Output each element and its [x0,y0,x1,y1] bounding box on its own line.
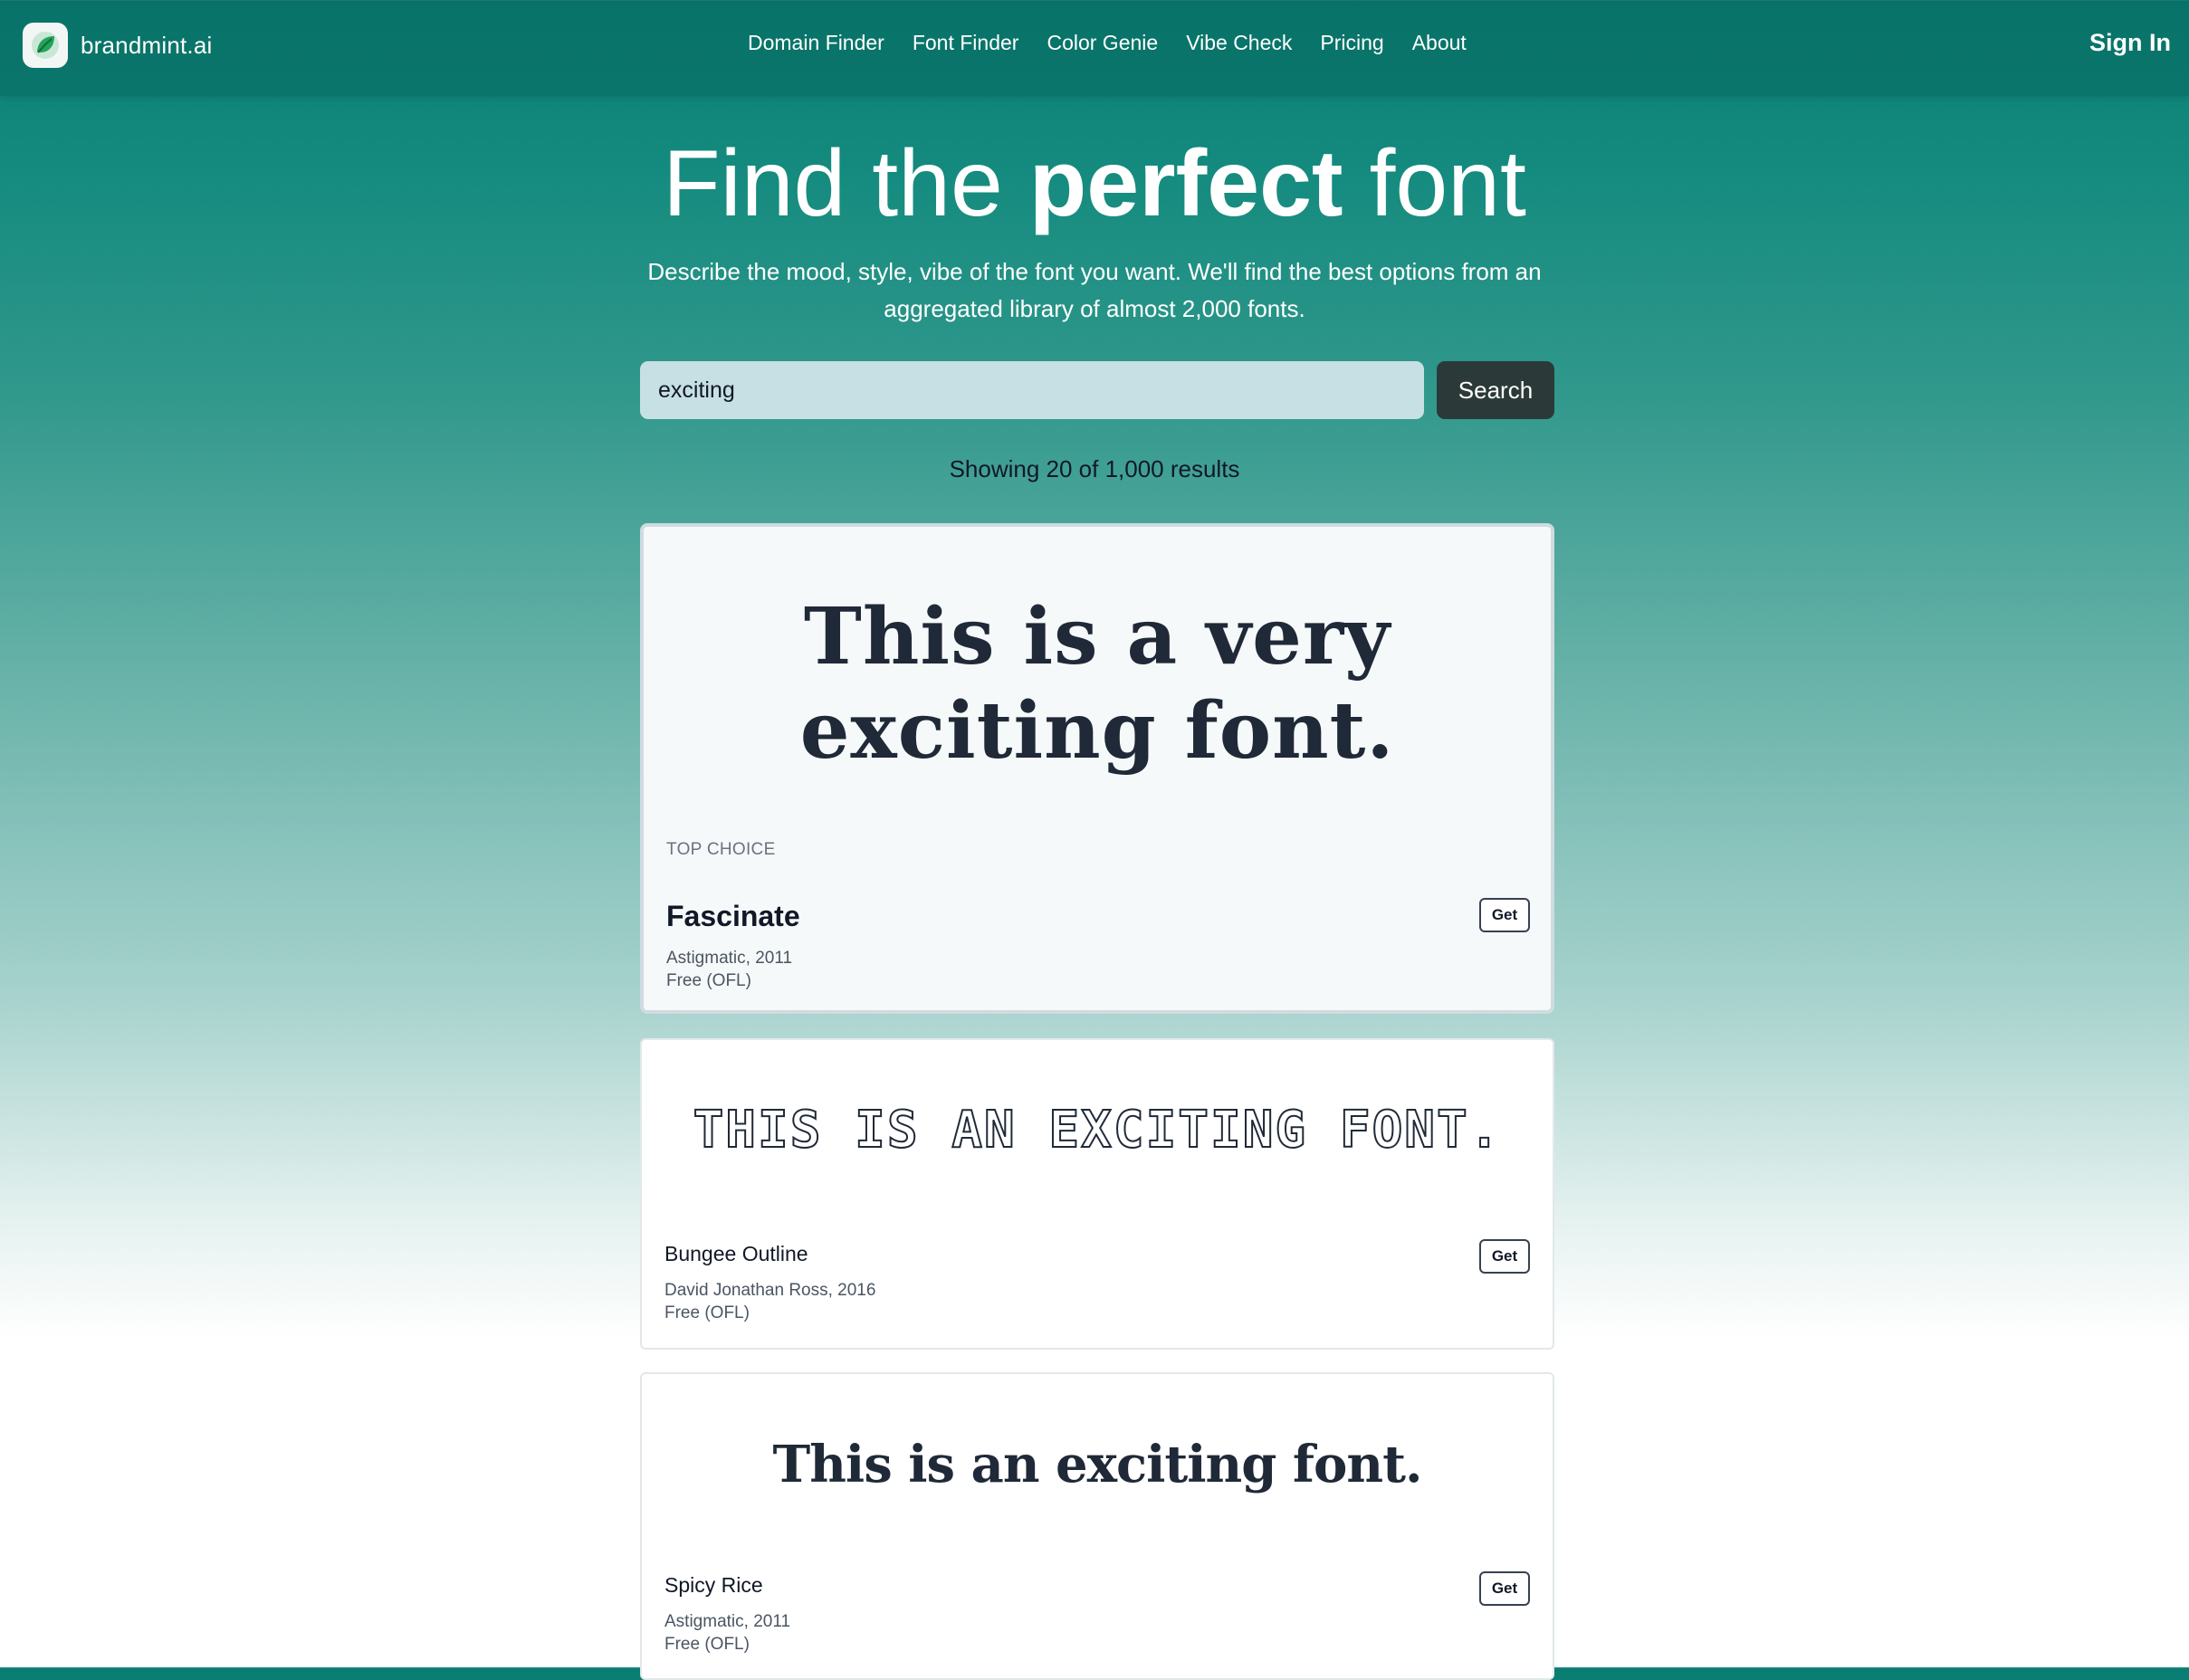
nav-link-vibe-check[interactable]: Vibe Check [1186,31,1292,55]
font-foundry: David Jonathan Ross, 2016 [664,1281,876,1300]
get-font-button[interactable]: Get [1479,898,1530,932]
font-meta: David Jonathan Ross, 2016 Free (OFL) [664,1279,875,1324]
font-meta: Astigmatic, 2011 Free (OFL) [664,1610,790,1656]
top-nav: brandmint.ai Domain Finder Font Finder C… [0,0,2189,96]
search-input[interactable] [640,361,1424,419]
nav-link-about[interactable]: About [1412,31,1467,55]
font-foundry: Astigmatic, 2011 [666,949,793,968]
nav-link-domain-finder[interactable]: Domain Finder [748,31,884,55]
get-font-button[interactable]: Get [1479,1571,1530,1606]
nav-link-color-genie[interactable]: Color Genie [1047,31,1158,55]
page-subtitle: Describe the mood, style, vibe of the fo… [647,258,1542,322]
brand-home-link[interactable]: brandmint.ai [23,23,212,68]
title-emphasis: perfect [1028,131,1343,236]
font-meta: Astigmatic, 2011 Free (OFL) [666,947,792,992]
get-font-button[interactable]: Get [1479,1239,1530,1274]
font-preview-line: This is a very [803,591,1391,682]
nav-links: Domain Finder Font Finder Color Genie Vi… [748,31,1467,55]
font-foundry: Astigmatic, 2011 [664,1612,791,1631]
title-part-2: font [1343,131,1526,236]
title-part-1: Find the [663,131,1029,236]
font-name: Bungee Outline [664,1242,808,1265]
font-preview: This is an exciting font. [772,1435,1423,1494]
font-name: Spicy Rice [664,1573,763,1597]
results-count: Showing 20 of 1,000 results [949,455,1240,482]
leaf-icon [23,23,68,68]
font-license: Free (OFL) [666,971,751,990]
font-card-top-choice[interactable]: This is a very exciting font. TOP CHOICE… [640,523,1554,1014]
font-card[interactable]: THIS IS AN EXCITING FONT. Bungee Outline… [640,1038,1554,1350]
font-card[interactable]: This is an exciting font. Spicy Rice Ast… [640,1372,1554,1680]
sign-in-link[interactable]: Sign In [2089,29,2171,57]
font-license: Free (OFL) [664,1635,750,1654]
nav-link-pricing[interactable]: Pricing [1320,31,1383,55]
font-preview: THIS IS AN EXCITING FONT. [693,1100,1502,1160]
font-name: Fascinate [666,900,800,932]
font-preview: This is a very exciting font. [644,590,1551,778]
top-choice-badge: TOP CHOICE [666,840,776,859]
nav-link-font-finder[interactable]: Font Finder [913,31,1019,55]
brand-name: brandmint.ai [81,31,213,59]
font-license: Free (OFL) [664,1303,750,1322]
font-preview-line: exciting font. [799,685,1395,777]
search-button[interactable]: Search [1437,361,1554,419]
page-title: Find the perfect font [0,125,2189,243]
